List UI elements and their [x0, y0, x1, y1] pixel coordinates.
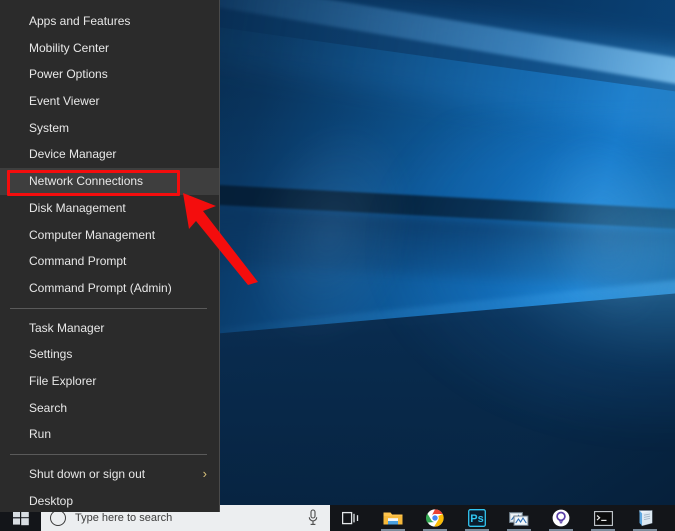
folder-icon	[383, 512, 403, 525]
media-app-button[interactable]	[540, 505, 582, 531]
notepad-page-icon	[638, 510, 652, 527]
menu-item-system[interactable]: System	[0, 115, 219, 142]
menu-item-command-prompt[interactable]: Command Prompt	[0, 248, 219, 275]
microphone-icon[interactable]	[308, 509, 318, 527]
menu-item-power-options[interactable]: Power Options	[0, 61, 219, 88]
menu-item-file-explorer[interactable]: File Explorer	[0, 368, 219, 395]
menu-item-apps-and-features[interactable]: Apps and Features	[0, 8, 219, 35]
menu-item-network-connections[interactable]: Network Connections	[0, 168, 219, 195]
menu-item-label: System	[29, 120, 70, 135]
notepad-button[interactable]	[624, 505, 666, 531]
taskbar-buttons: Ps	[330, 505, 666, 531]
menu-item-shut-down-or-sign-out[interactable]: Shut down or sign out ›	[0, 461, 219, 488]
menu-item-label: Network Connections	[29, 174, 144, 189]
menu-item-label: Mobility Center	[29, 40, 110, 55]
console-window-icon	[593, 510, 613, 526]
menu-item-label: Power Options	[29, 67, 108, 82]
chrome-icon	[426, 509, 444, 527]
menu-item-label: Apps and Features	[29, 14, 131, 28]
win-x-power-user-menu[interactable]: Apps and Features Mobility Center Power Op…	[0, 0, 220, 512]
photoshop-ps-icon: Ps	[468, 509, 486, 527]
menu-item-label: Command Prompt (Admin)	[29, 280, 172, 295]
menu-item-label: File Explorer	[29, 373, 97, 388]
menu-item-label: Device Manager	[29, 147, 117, 162]
menu-item-label: Search	[29, 400, 68, 415]
task-view-icon	[342, 511, 359, 524]
menu-item-desktop[interactable]: Desktop	[0, 488, 219, 515]
menu-item-task-manager[interactable]: Task Manager	[0, 315, 219, 342]
menu-separator	[10, 307, 207, 309]
menu-item-settings[interactable]: Settings	[0, 341, 219, 368]
menu-item-label: Settings	[29, 347, 73, 362]
menu-item-label: Command Prompt	[29, 254, 127, 269]
menu-item-label: Event Viewer	[29, 94, 100, 109]
menu-item-label: Run	[29, 427, 52, 442]
photoshop-button[interactable]: Ps	[456, 505, 498, 531]
menu-item-label: Task Manager	[29, 320, 105, 335]
menu-item-search[interactable]: Search	[0, 395, 219, 422]
svg-text:Ps: Ps	[470, 513, 483, 525]
photo-viewer-button[interactable]	[498, 505, 540, 531]
menu-item-disk-management[interactable]: Disk Management	[0, 195, 219, 222]
menu-item-run[interactable]: Run	[0, 421, 219, 448]
menu-item-event-viewer[interactable]: Event Viewer	[0, 88, 219, 115]
circle-lamp-icon	[552, 509, 570, 527]
screen: Apps and Features Mobility Center Power Op…	[0, 0, 675, 531]
menu-item-command-prompt-admin[interactable]: Command Prompt (Admin)	[0, 275, 219, 302]
chevron-right-icon: ›	[202, 466, 207, 481]
file-explorer-button[interactable]	[372, 505, 414, 531]
menu-top-padding	[0, 0, 219, 8]
menu-item-mobility-center[interactable]: Mobility Center	[0, 35, 219, 62]
menu-separator	[10, 454, 207, 455]
menu-item-label: Computer Management	[29, 227, 156, 242]
menu-item-device-manager[interactable]: Device Manager	[0, 141, 219, 168]
command-prompt-button[interactable]	[582, 505, 624, 531]
task-view-button[interactable]	[330, 505, 372, 531]
menu-item-computer-management[interactable]: Computer Management	[0, 222, 219, 249]
menu-item-label: Disk Management	[29, 200, 126, 215]
menu-item-label: Shut down or sign out	[29, 467, 146, 481]
google-chrome-button[interactable]	[414, 505, 456, 531]
picture-frame-icon	[509, 511, 529, 526]
menu-item-label: Desktop	[29, 493, 74, 508]
menu-groups: Apps and Features Mobility Center Power Op…	[0, 8, 219, 514]
